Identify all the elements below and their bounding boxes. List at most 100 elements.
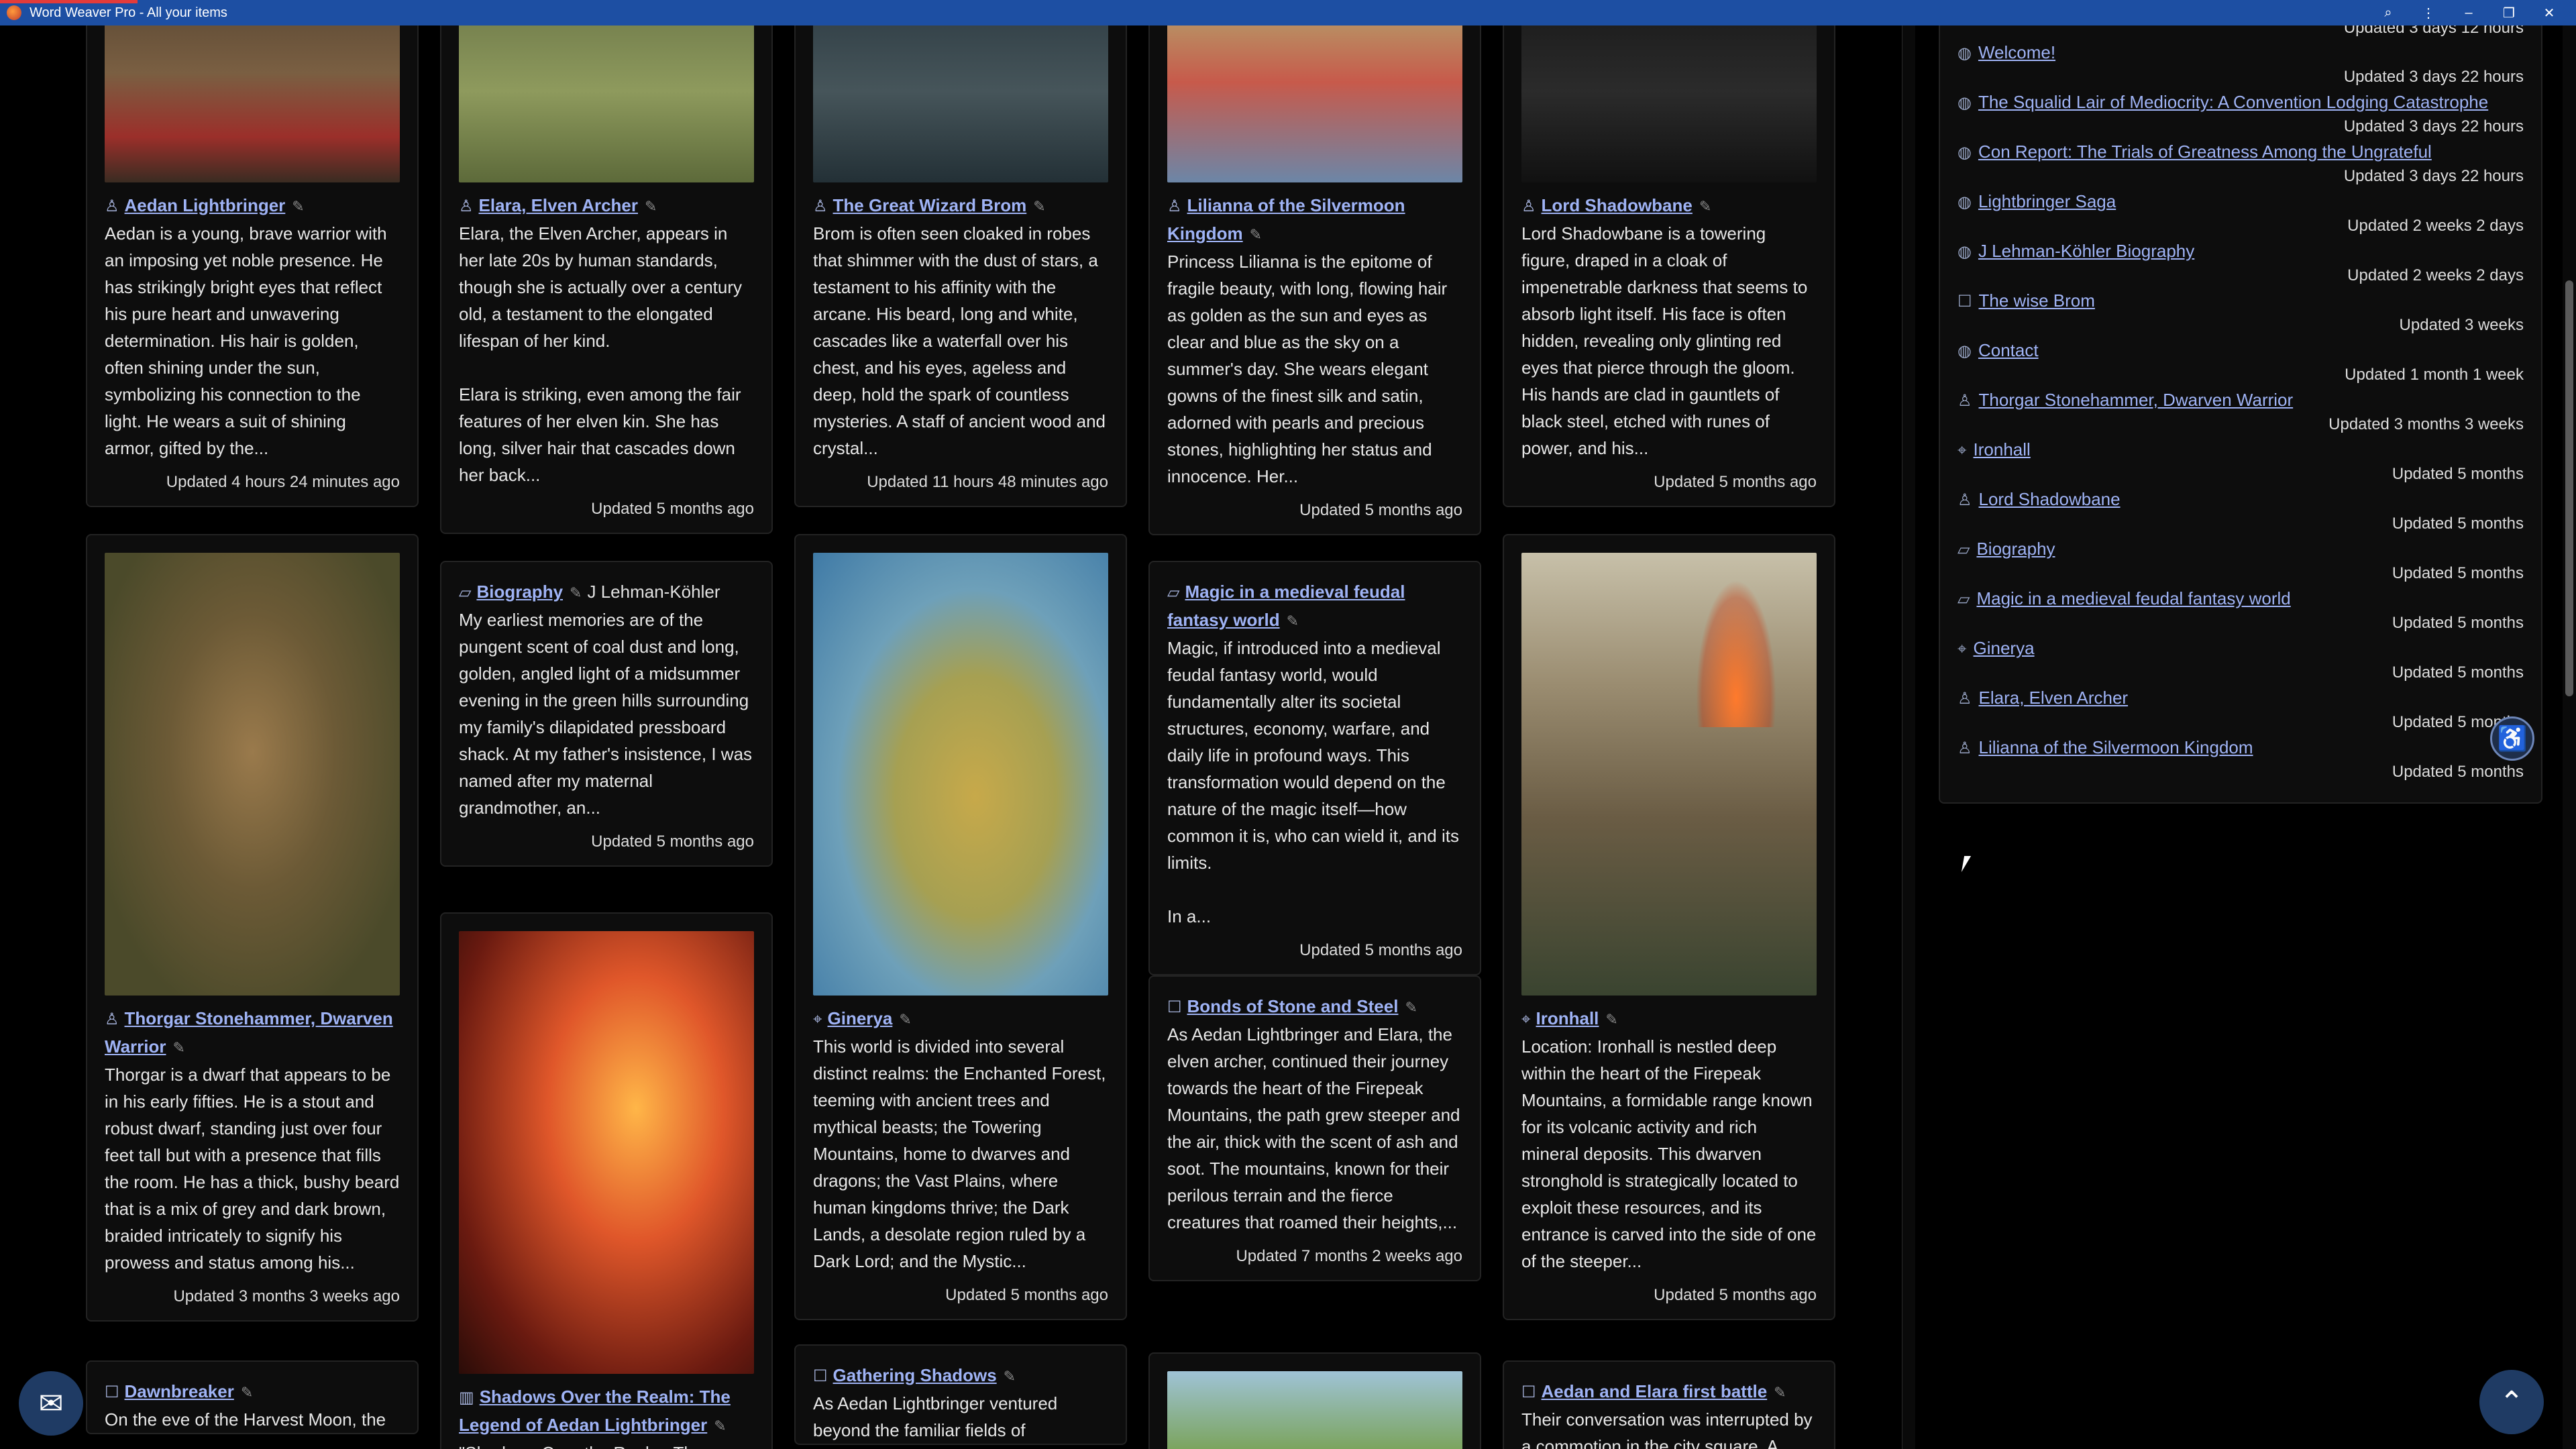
pencil-icon[interactable]: ✎ xyxy=(173,1039,185,1056)
recent-item-link[interactable]: Biography xyxy=(1976,539,2055,559)
item-card[interactable]: ☐ Bonds of Stone and Steel ✎ As Aedan Ligh… xyxy=(1148,975,1481,1281)
pencil-icon[interactable]: ✎ xyxy=(1250,226,1262,243)
card-title-link[interactable]: Lilianna of the Silvermoon Kingdom xyxy=(1167,195,1405,244)
item-card[interactable]: ▥ Shadows Over the Realm: The Legend of A… xyxy=(440,912,773,1449)
minimize-icon[interactable]: – xyxy=(2449,0,2489,25)
recent-item-link[interactable]: Lightbringer Saga xyxy=(1978,191,2116,211)
card-title-link[interactable]: Thorgar Stonehammer, Dwarven Warrior xyxy=(105,1008,393,1057)
item-card[interactable]: ☐ Dawnbreaker ✎ On the eve of the Harvest … xyxy=(86,1360,419,1434)
recent-item[interactable]: ♙ Thorgar Stonehammer, Dwarven Warrior Upd… xyxy=(1957,388,2524,437)
recent-item[interactable]: ⌖ Ginerya Updated 5 months xyxy=(1957,636,2524,686)
item-updated: Updated 2 weeks 2 days xyxy=(2347,266,2524,284)
window-title: Word Weaver Pro - All your items xyxy=(30,5,227,20)
pencil-icon[interactable]: ✎ xyxy=(899,1011,911,1028)
recent-item[interactable]: ♙ Lord Shadowbane Updated 5 months xyxy=(1957,487,2524,537)
card-title-link[interactable]: Aedan and Elara first battle xyxy=(1542,1381,1768,1401)
card-image xyxy=(1521,25,1817,182)
pencil-icon[interactable]: ✎ xyxy=(1605,1011,1617,1028)
card-title-link[interactable]: Shadows Over the Realm: The Legend of Ae… xyxy=(459,1387,731,1435)
item-card[interactable]: ♙ Elara, Elven Archer ✎ Elara, the Elven A… xyxy=(440,25,773,534)
card-title-link[interactable]: Elara, Elven Archer xyxy=(479,195,639,215)
recent-item[interactable]: ⌖ Ironhall Updated 5 months xyxy=(1957,437,2524,487)
pencil-icon[interactable]: ✎ xyxy=(1287,612,1299,629)
panel-scrollbar[interactable] xyxy=(2563,25,2576,1449)
main-scrollbar[interactable] xyxy=(1902,25,1915,1449)
card-title-link[interactable]: Dawnbreaker xyxy=(125,1381,234,1401)
pencil-icon[interactable]: ✎ xyxy=(241,1384,253,1401)
book-icon: ▥ xyxy=(459,1389,474,1407)
card-title-link[interactable]: Lord Shadowbane xyxy=(1542,195,1693,215)
recent-item-link[interactable]: Lord Shadowbane xyxy=(1979,489,2121,509)
pencil-icon[interactable]: ✎ xyxy=(1774,1384,1786,1401)
recent-item-link[interactable]: Con Report: The Trials of Greatness Amon… xyxy=(1978,142,2432,162)
card-title-link[interactable]: The Great Wizard Brom xyxy=(833,195,1027,215)
card-image xyxy=(105,553,400,996)
card-title-link[interactable]: Ginerya xyxy=(828,1008,893,1028)
recent-item-link[interactable]: Welcome! xyxy=(1978,42,2055,62)
pencil-icon[interactable]: ✎ xyxy=(570,584,582,601)
person-icon: ♙ xyxy=(1957,690,1972,708)
pencil-icon[interactable]: ✎ xyxy=(714,1417,726,1434)
recent-item-link[interactable]: Magic in a medieval feudal fantasy world xyxy=(1976,588,2290,608)
recent-item-link[interactable]: Elara, Elven Archer xyxy=(1979,688,2129,708)
item-card[interactable]: ♙ Thorgar Stonehammer, Dwarven Warrior ✎ T… xyxy=(86,534,419,1322)
chevron-up-icon[interactable]: ⌃ xyxy=(2479,1370,2544,1434)
item-card[interactable]: ♙ Lilianna of the Silvermoon Kingdom ✎ Pri… xyxy=(1148,25,1481,535)
scrollbar-thumb[interactable] xyxy=(2565,280,2573,696)
item-card[interactable]: ♙ Aedan Lightbringer ✎ Aedan is a young, b… xyxy=(86,25,419,507)
item-card[interactable]: ▱ Magic in a medieval feudal fantasy worl… xyxy=(1148,561,1481,975)
recent-item[interactable]: ◍ Con Report: The Trials of Greatness Amo… xyxy=(1957,140,2524,189)
recent-item-link[interactable]: The wise Brom xyxy=(1979,290,2095,311)
card-title-link[interactable]: Gathering Shadows xyxy=(833,1365,997,1385)
item-card[interactable]: ♙ The Great Wizard Brom ✎ Brom is often se… xyxy=(794,25,1127,507)
recent-item[interactable]: ◍ J Lehman-Köhler Biography Updated 2 week… xyxy=(1957,239,2524,288)
item-card[interactable]: ♙ Lord Shadowbane ✎ Lord Shadowbane is a t… xyxy=(1503,25,1835,507)
pencil-icon[interactable]: ✎ xyxy=(1004,1368,1016,1385)
accessibility-icon[interactable]: ♿ xyxy=(2490,716,2534,761)
recent-item[interactable]: ◍ The Squalid Lair of Mediocrity: A Conve… xyxy=(1957,90,2524,140)
recent-item[interactable]: ▱ Biography Updated 5 months xyxy=(1957,537,2524,586)
recent-item[interactable]: ◍ Welcome! Updated 3 days 22 hours xyxy=(1957,40,2524,90)
card-title-link[interactable]: Ironhall xyxy=(1536,1008,1599,1028)
item-card[interactable]: ☐ Gathering Shadows ✎ As Aedan Lightbringe… xyxy=(794,1344,1127,1445)
recent-item[interactable]: ♙ Lilianna of the Silvermoon Kingdom Updat… xyxy=(1957,735,2524,785)
item-card[interactable]: ⌖ Ironhall ✎ Location: Ironhall is nestled… xyxy=(1503,534,1835,1320)
card-title-link[interactable]: Bonds of Stone and Steel xyxy=(1187,996,1399,1016)
pencil-icon[interactable]: ✎ xyxy=(645,198,657,215)
card-author: J Lehman-Köhler xyxy=(587,582,720,602)
person-icon: ♙ xyxy=(813,197,828,215)
recent-item[interactable]: ▱ Magic in a medieval feudal fantasy worl… xyxy=(1957,586,2524,636)
recent-item[interactable]: ♙ Elara, Elven Archer Updated 5 months xyxy=(1957,686,2524,735)
pencil-icon[interactable]: ✎ xyxy=(1699,198,1711,215)
card-image xyxy=(813,25,1108,182)
close-icon[interactable]: ✕ xyxy=(2529,0,2569,25)
pencil-icon[interactable]: ✎ xyxy=(1405,999,1417,1016)
item-card[interactable]: ▱ Biography ✎ J Lehman-Köhler My earliest m… xyxy=(440,561,773,867)
card-updated: Updated 5 months ago xyxy=(1299,941,1462,959)
restore-icon[interactable]: ❐ xyxy=(2489,0,2529,25)
recent-item-link[interactable]: Lilianna of the Silvermoon Kingdom xyxy=(1979,737,2253,757)
recent-item[interactable]: ◍ Contact Updated 1 month 1 week xyxy=(1957,338,2524,388)
item-updated: Updated 5 months xyxy=(2392,465,2524,483)
pencil-icon[interactable]: ✎ xyxy=(292,198,304,215)
recent-item-link[interactable]: Ginerya xyxy=(1974,638,2035,658)
card-title-link[interactable]: Aedan Lightbringer xyxy=(125,195,286,215)
more-icon[interactable]: ⋮ xyxy=(2408,0,2449,25)
window-controls: ⌕ ⋮ – ❐ ✕ xyxy=(2368,0,2569,25)
recent-item-link[interactable]: The Squalid Lair of Mediocrity: A Conven… xyxy=(1978,92,2488,112)
recent-item-link[interactable]: Contact xyxy=(1978,340,2039,360)
recent-item-link[interactable]: Ironhall xyxy=(1974,439,2031,460)
card-description: Thorgar is a dwarf that appears to be in… xyxy=(105,1065,400,1273)
mail-icon[interactable]: ✉ xyxy=(19,1371,83,1436)
pencil-icon[interactable]: ✎ xyxy=(1033,198,1045,215)
recent-item[interactable]: ☐ The wise Brom Updated 3 weeks xyxy=(1957,288,2524,338)
recent-item-link[interactable]: Thorgar Stonehammer, Dwarven Warrior xyxy=(1979,390,2294,410)
recent-item-link[interactable]: J Lehman-Köhler Biography xyxy=(1978,241,2194,261)
item-card[interactable]: ⌖ Ginerya ✎ This world is divided into sev… xyxy=(794,534,1127,1320)
search-icon[interactable]: ⌕ xyxy=(2368,0,2408,25)
card-title-link[interactable]: Biography xyxy=(476,582,563,602)
item-card[interactable]: ☐ Aedan and Elara first battle ✎ Their con… xyxy=(1503,1360,1835,1449)
person-icon: ♙ xyxy=(459,197,474,215)
recent-item[interactable]: ◍ Lightbringer Saga Updated 2 weeks 2 days xyxy=(1957,189,2524,239)
item-card[interactable] xyxy=(1148,1352,1481,1449)
